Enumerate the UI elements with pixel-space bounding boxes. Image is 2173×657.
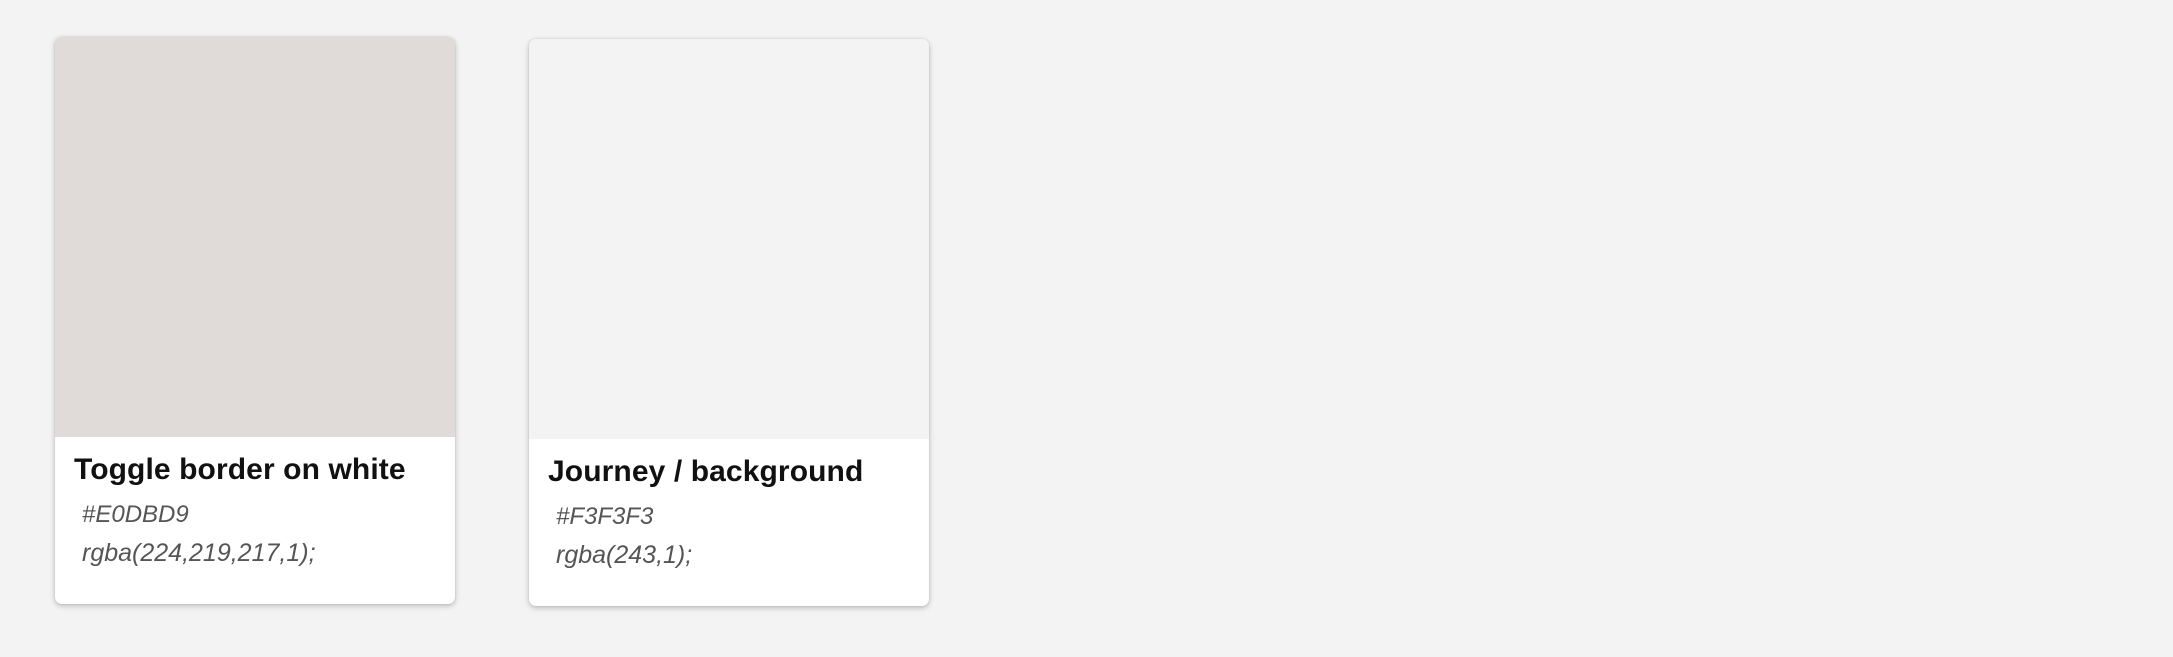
swatch-hex-value: #E0DBD9 — [82, 501, 189, 528]
swatch-color-preview — [529, 39, 929, 439]
swatch-name: Journey / background — [548, 455, 864, 488]
swatch-info: Toggle border on white #E0DBD9 rgba(224,… — [55, 437, 455, 568]
swatch-color-preview — [55, 37, 455, 437]
swatch-hex-value: #F3F3F3 — [556, 503, 654, 530]
swatch-info: Journey / background #F3F3F3 rgba(243,1)… — [529, 439, 929, 570]
swatch-card-toggle-border: Toggle border on white #E0DBD9 rgba(224,… — [55, 37, 455, 604]
swatch-card-journey-background: Journey / background #F3F3F3 rgba(243,1)… — [529, 39, 929, 606]
swatch-rgba-value: rgba(224,219,217,1); — [82, 539, 316, 567]
swatch-rgba-value: rgba(243,1); — [556, 541, 693, 569]
swatch-name: Toggle border on white — [74, 453, 406, 486]
